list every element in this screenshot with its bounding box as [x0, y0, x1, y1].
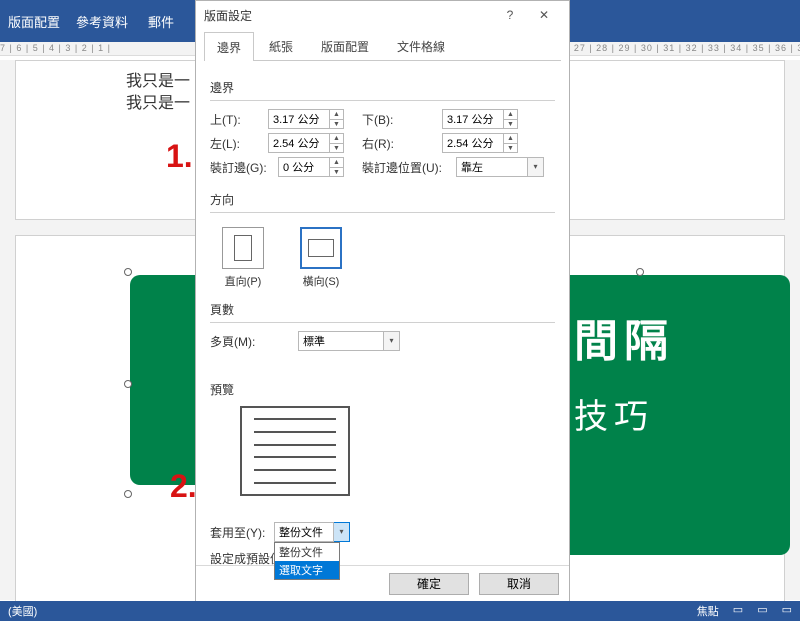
chevron-down-icon[interactable]: ▾ [334, 522, 350, 542]
text-line: 我只是一 [126, 71, 190, 93]
ribbon-tab-reference[interactable]: 參考資料 [76, 12, 128, 31]
multi-pages-label: 多頁(M): [210, 333, 268, 350]
page-setup-dialog: 版面設定 ? ✕ 邊界 紙張 版面配置 文件格線 邊界 上(T): ▲▼ 下(B… [195, 0, 570, 602]
tab-paper[interactable]: 紙張 [256, 31, 306, 60]
spin-down-icon[interactable]: ▼ [330, 168, 343, 177]
margin-top-input[interactable]: ▲▼ [268, 109, 344, 129]
status-language[interactable]: (美國) [8, 603, 37, 619]
margins-group: 上(T): ▲▼ 下(B): ▲▼ 左(L): ▲▼ 右(R): [210, 100, 555, 177]
orientation-portrait[interactable]: 直向(P) [216, 227, 270, 289]
orientation-heading: 方向 [210, 191, 555, 208]
gutter-label: 裝訂邊(G): [210, 159, 278, 176]
ribbon-tab-mail[interactable]: 郵件 [148, 12, 174, 31]
orientation-landscape-label: 橫向(S) [294, 273, 348, 289]
spin-up-icon[interactable]: ▲ [330, 134, 343, 144]
spin-down-icon[interactable]: ▼ [504, 144, 517, 153]
dialog-title: 版面設定 [204, 7, 493, 24]
dialog-tabs: 邊界 紙張 版面配置 文件格線 [204, 31, 561, 61]
margin-left-label: 左(L): [210, 135, 268, 152]
tab-layout[interactable]: 版面配置 [308, 31, 382, 60]
annotation-1: 1. [166, 138, 193, 175]
tab-margin[interactable]: 邊界 [204, 32, 254, 61]
view-print-icon[interactable]: ▭ [757, 603, 767, 619]
cancel-button[interactable]: 取消 [479, 573, 559, 595]
margin-left-input[interactable]: ▲▼ [268, 133, 344, 153]
gutter-input[interactable]: ▲▼ [278, 157, 344, 177]
view-read-icon[interactable]: ▭ [733, 603, 743, 619]
apply-to-label: 套用至(Y): [210, 524, 274, 541]
dialog-footer: 確定 取消 [196, 565, 569, 601]
spin-up-icon[interactable]: ▲ [504, 110, 517, 120]
spin-up-icon[interactable]: ▲ [330, 110, 343, 120]
orientation-portrait-label: 直向(P) [216, 273, 270, 289]
page-1-text: 我只是一 我只是一 [126, 71, 190, 115]
preview-heading: 預覽 [210, 381, 555, 398]
view-web-icon[interactable]: ▭ [782, 603, 792, 619]
green-mid-text: 技巧 [560, 369, 790, 438]
pages-group: 多頁(M): ▾ [210, 322, 555, 351]
apply-option-whole[interactable]: 整份文件 [275, 543, 339, 561]
status-focus[interactable]: 焦點 [697, 603, 719, 619]
margin-right-input[interactable]: ▲▼ [442, 133, 518, 153]
preview-box [240, 406, 350, 496]
gutter-pos-select[interactable]: ▾ [456, 157, 544, 177]
spin-down-icon[interactable]: ▼ [330, 120, 343, 129]
green-big-text: 間隔 [560, 275, 790, 369]
green-card-right: 間隔 技巧 [560, 275, 790, 555]
spin-down-icon[interactable]: ▼ [504, 120, 517, 129]
gutter-pos-label: 裝訂邊位置(U): [362, 159, 456, 176]
apply-option-selection[interactable]: 選取文字 [275, 561, 339, 579]
chevron-down-icon[interactable]: ▾ [528, 157, 544, 177]
margin-bottom-input[interactable]: ▲▼ [442, 109, 518, 129]
margin-bottom-label: 下(B): [362, 111, 442, 128]
tab-docgrid[interactable]: 文件格線 [384, 31, 458, 60]
orientation-group: 直向(P) 橫向(S) [210, 212, 555, 289]
spin-up-icon[interactable]: ▲ [504, 134, 517, 144]
close-button[interactable]: ✕ [527, 3, 561, 27]
ribbon-tab-layout[interactable]: 版面配置 [8, 12, 60, 31]
margins-heading: 邊界 [210, 79, 555, 96]
pages-heading: 頁數 [210, 301, 555, 318]
status-bar: (美國) 焦點 ▭ ▭ ▭ [0, 601, 800, 621]
apply-to-dropdown-list: 整份文件 選取文字 [274, 542, 340, 580]
spin-up-icon[interactable]: ▲ [330, 158, 343, 168]
orientation-landscape[interactable]: 橫向(S) [294, 227, 348, 289]
margin-top-label: 上(T): [210, 111, 268, 128]
ruler-left: 7 | 6 | 5 | 4 | 3 | 2 | 1 | [0, 43, 111, 53]
text-line: 我只是一 [126, 93, 190, 115]
ok-button[interactable]: 確定 [389, 573, 469, 595]
help-button[interactable]: ? [493, 3, 527, 27]
chevron-down-icon[interactable]: ▾ [384, 331, 400, 351]
spin-down-icon[interactable]: ▼ [330, 144, 343, 153]
margin-right-label: 右(R): [362, 135, 442, 152]
dialog-titlebar: 版面設定 ? ✕ [196, 1, 569, 29]
annotation-2: 2. [170, 468, 197, 505]
apply-to-select[interactable]: ▾ 整份文件 選取文字 [274, 522, 350, 542]
multi-pages-select[interactable]: ▾ [298, 331, 400, 351]
set-default-link[interactable]: 設定成預設值 [210, 552, 282, 566]
